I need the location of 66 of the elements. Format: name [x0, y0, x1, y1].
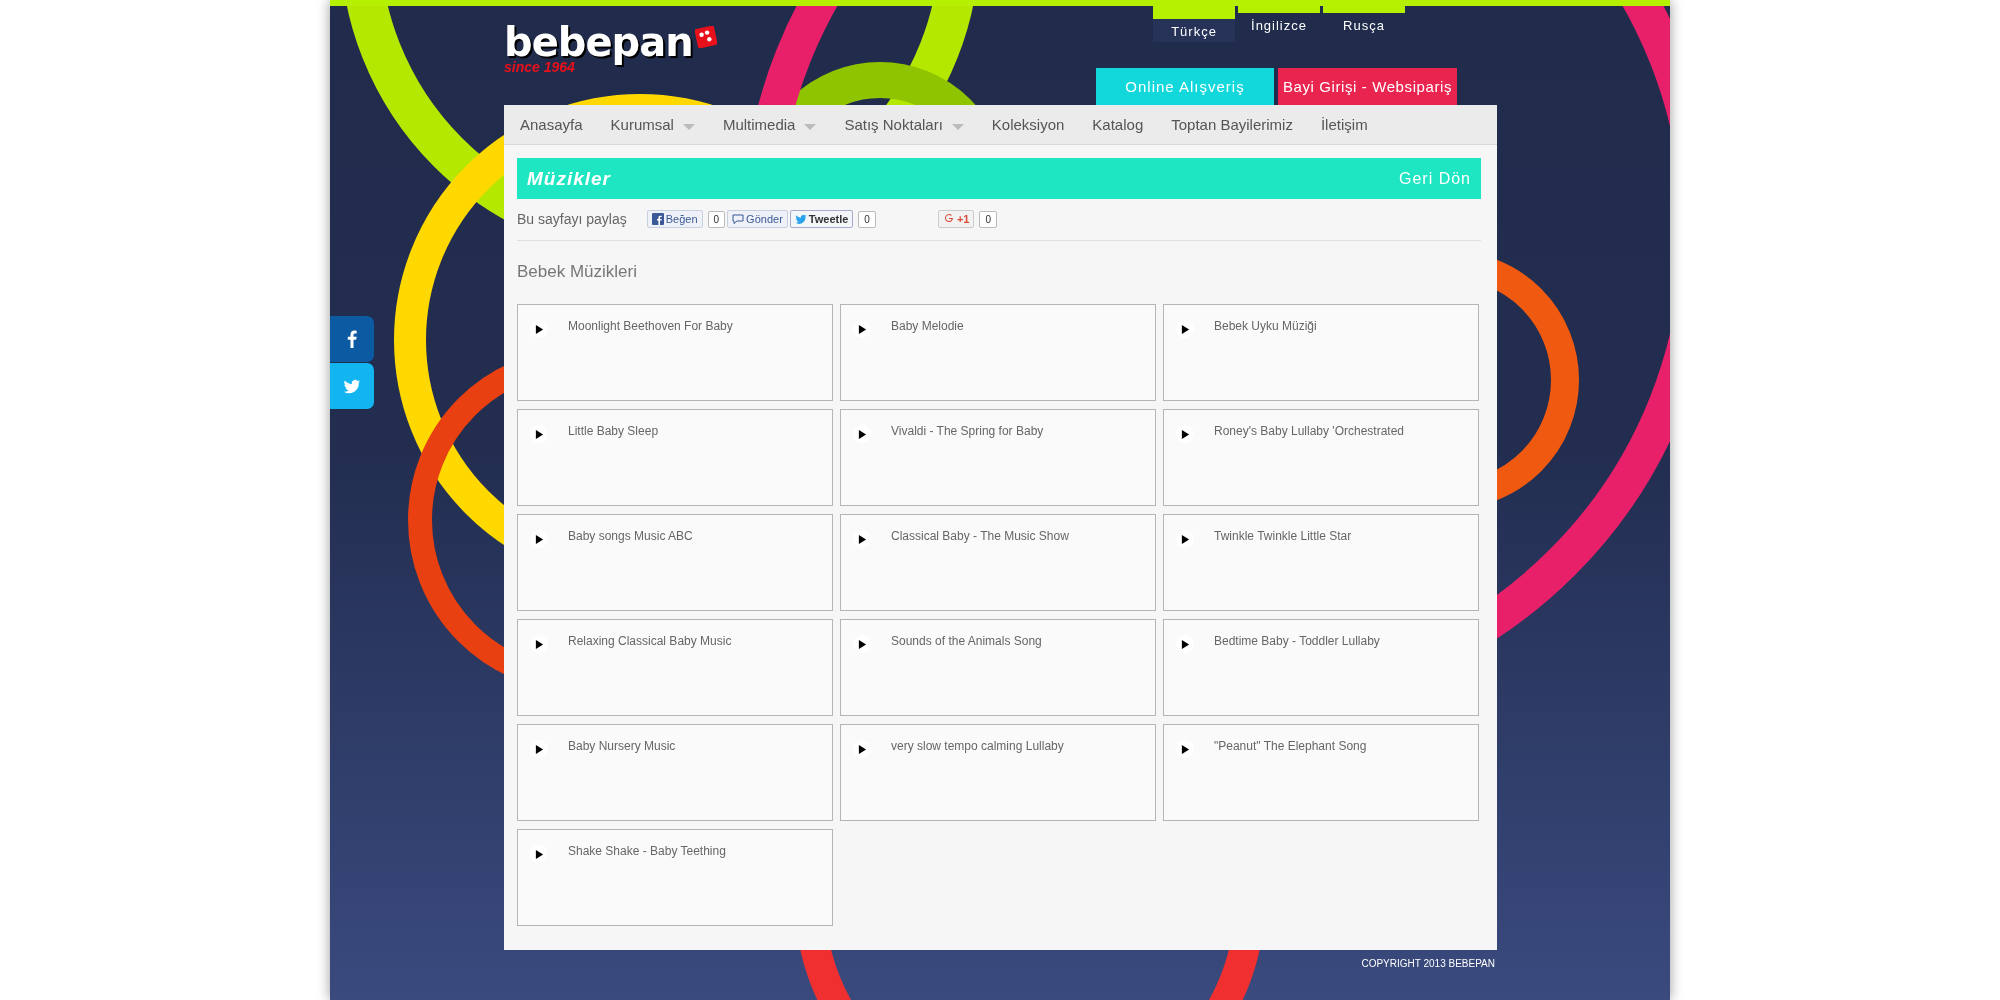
- track-title: Roney's Baby Lullaby 'Orchestrated: [1213, 424, 1404, 438]
- logo[interactable]: bebepan since 1964: [504, 6, 717, 90]
- caret-icon: [804, 123, 817, 130]
- play-icon[interactable]: [530, 635, 548, 653]
- track-title: Classical Baby - The Music Show: [890, 529, 1069, 543]
- share-count: 0: [858, 210, 876, 228]
- nav-item[interactable]: Multimedia: [708, 116, 831, 133]
- play-icon[interactable]: [530, 845, 548, 863]
- nav-item[interactable]: Kurumsal: [596, 116, 709, 133]
- play-icon[interactable]: [853, 530, 871, 548]
- section-title: Bebek Müzikleri: [517, 262, 638, 282]
- play-icon[interactable]: [1176, 320, 1194, 338]
- play-icon[interactable]: [530, 530, 548, 548]
- track-title: Shake Shake - Baby Teething: [567, 844, 726, 858]
- track-title: Sounds of the Animals Song: [890, 634, 1042, 648]
- play-icon[interactable]: [853, 425, 871, 443]
- speech-bubble-icon: [732, 213, 745, 225]
- facebook-icon: [651, 213, 664, 225]
- play-icon[interactable]: [1176, 425, 1194, 443]
- track-title: Baby Melodie: [890, 319, 964, 333]
- track-title: Bebek Uyku Müziği: [1213, 319, 1317, 333]
- dealer-login-button[interactable]: Bayi Girişi - Websipariş: [1278, 68, 1457, 105]
- track-title: Little Baby Sleep: [567, 424, 659, 438]
- google-plus-icon: [942, 213, 955, 225]
- track-title: Vivaldi - The Spring for Baby: [890, 424, 1044, 438]
- track-title: Baby Nursery Music: [567, 739, 676, 753]
- language-tab[interactable]: İngilizce: [1238, 6, 1320, 42]
- facebook-like-button[interactable]: Beğen: [646, 210, 703, 228]
- nav-item[interactable]: Satış Noktaları: [830, 116, 978, 133]
- share-label: Bu sayfayı paylaş: [517, 211, 627, 227]
- track-title: very slow tempo calming Lullaby: [890, 739, 1064, 753]
- google-plus-button[interactable]: +1: [937, 210, 975, 228]
- play-icon[interactable]: [1176, 530, 1194, 548]
- nav-item[interactable]: İletişim: [1306, 116, 1382, 133]
- track-title: Twinkle Twinkle Little Star: [1213, 529, 1352, 543]
- play-icon[interactable]: [530, 320, 548, 338]
- bird-icon: [343, 377, 361, 395]
- track-title: Baby songs Music ABC: [567, 529, 693, 543]
- tweet-button[interactable]: Tweetle: [789, 210, 854, 228]
- play-icon[interactable]: [853, 740, 871, 758]
- nav-item[interactable]: Katalog: [1078, 116, 1158, 133]
- dice-icon: [694, 26, 717, 48]
- share-count: 0: [707, 210, 726, 228]
- track-title: Moonlight Beethoven For Baby: [567, 319, 733, 333]
- play-icon[interactable]: [530, 740, 548, 758]
- play-icon[interactable]: [1176, 740, 1194, 758]
- play-icon[interactable]: [853, 635, 871, 653]
- nav-item[interactable]: Koleksiyon: [977, 116, 1079, 133]
- send-button[interactable]: Gönder: [727, 210, 788, 228]
- language-tab[interactable]: Türkçe: [1153, 6, 1235, 42]
- page-title: Müzikler: [527, 167, 612, 190]
- track-title: Relaxing Classical Baby Music: [567, 634, 732, 648]
- nav-item[interactable]: Anasayfa: [506, 116, 597, 133]
- caret-icon: [951, 123, 964, 130]
- play-icon[interactable]: [1176, 635, 1194, 653]
- nav-item[interactable]: Toptan Bayilerimiz: [1157, 116, 1307, 133]
- play-icon[interactable]: [853, 320, 871, 338]
- bird-icon: [794, 213, 807, 225]
- track-title: "Peanut" The Elephant Song: [1213, 739, 1367, 753]
- language-tab[interactable]: Rusça: [1323, 6, 1405, 42]
- copyright-text: COPYRIGHT 2013 BEBEPAN: [1360, 957, 1496, 969]
- facebook-button[interactable]: [330, 316, 374, 362]
- share-count: 0: [979, 210, 997, 228]
- caret-icon: [682, 123, 695, 130]
- play-icon[interactable]: [530, 425, 548, 443]
- track-title: Bedtime Baby - Toddler Lullaby: [1213, 634, 1380, 648]
